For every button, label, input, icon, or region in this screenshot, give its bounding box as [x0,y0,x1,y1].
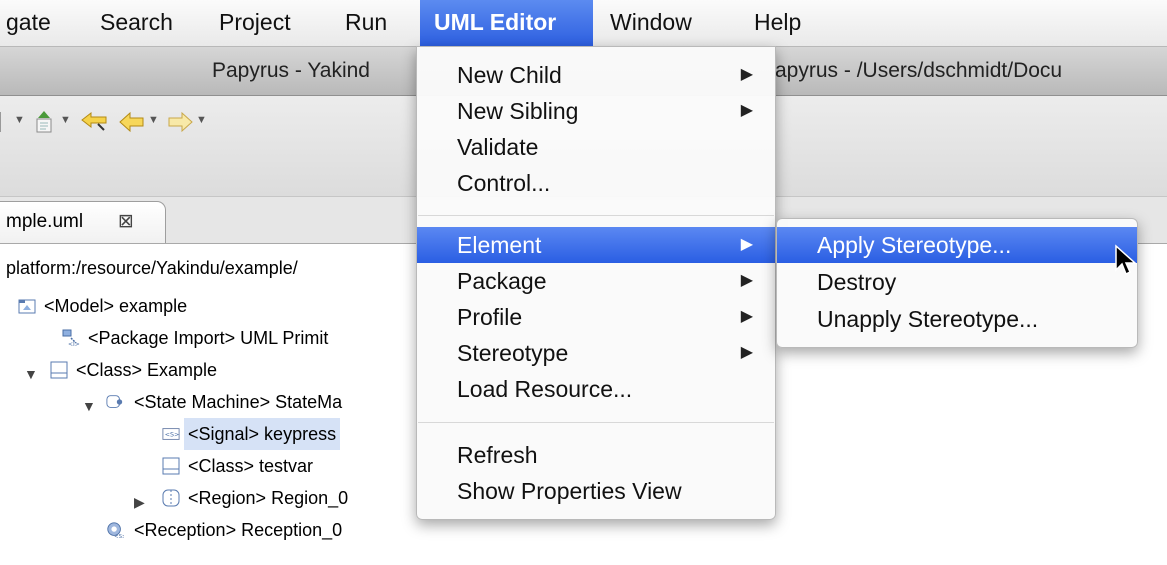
menu-item-profile[interactable]: Profile ▶ [417,299,775,335]
menu-item-unapply-stereotype[interactable]: Unapply Stereotype... [777,301,1137,337]
svg-text:<S>: <S> [165,432,180,439]
model-icon [18,299,36,314]
element-submenu: Apply Stereotype... Destroy Unapply Ster… [776,218,1138,348]
tab-example-uml[interactable]: mple.uml ⊠ [0,201,166,243]
tree-item-class-example[interactable]: <Class> Example [50,354,221,386]
chevron-right-icon: ▶ [740,102,753,119]
package-import-icon: <I> [62,329,80,347]
chevron-right-icon: ▶ [740,308,753,325]
last-edit-icon[interactable] [80,110,110,139]
menu-item-apply-stereotype[interactable]: Apply Stereotype... [777,227,1137,263]
menu-item-package[interactable]: Package ▶ [417,263,775,299]
menu-item-show-properties-view[interactable]: Show Properties View [417,473,775,509]
toolbar-separator [0,112,4,132]
menu-item-load-resource[interactable]: Load Resource... [417,371,775,407]
chevron-right-icon: ▶ [740,344,753,361]
signal-icon: <S> [162,428,180,440]
menu-item-element[interactable]: Element ▶ [417,227,775,263]
tree-item-region[interactable]: <Region> Region_0 [160,482,352,514]
region-icon [162,489,180,507]
menu-item-new-child[interactable]: New Child ▶ [417,57,775,93]
menu-navigate[interactable]: gate [0,0,65,46]
tab-label: mple.uml [6,211,84,232]
menu-item-new-sibling[interactable]: New Sibling ▶ [417,93,775,129]
menu-help[interactable]: Help [740,0,815,46]
chevron-right-icon: ▶ [740,236,753,253]
tree-item-model[interactable]: <Model> example [18,290,191,322]
menu-window[interactable]: Window [596,0,706,46]
menu-item-refresh[interactable]: Refresh [417,437,775,473]
chevron-right-icon: ▶ [740,66,753,83]
state-machine-icon [106,395,123,408]
window-title: Papyrus - Yakind [212,59,370,82]
chevron-down-icon[interactable]: ▼ [82,390,96,422]
menu-run[interactable]: Run [331,0,401,46]
class-icon [162,457,180,475]
tree-root-path: platform:/resource/Yakindu/example/ [6,258,298,278]
back-arrow-icon[interactable] [118,110,146,139]
chevron-down-icon[interactable]: ▼ [196,114,207,126]
menu-search[interactable]: Search [86,0,187,46]
tree-item-reception[interactable]: <S> <Reception> Reception_0 [106,514,346,546]
window-title-path: apyrus - /Users/dschmidt/Docu [775,59,1063,82]
menu-item-destroy[interactable]: Destroy [777,264,1137,300]
close-icon[interactable]: ⊠ [118,202,134,242]
chevron-down-icon[interactable]: ▼ [148,114,159,126]
chevron-down-icon[interactable]: ▼ [60,114,71,126]
chevron-down-icon[interactable]: ▼ [24,358,38,390]
tree-item-state-machine[interactable]: <State Machine> StateMa [106,386,346,418]
tree-item-signal[interactable]: <S> <Signal> keypress [160,418,341,450]
chevron-right-icon: ▶ [740,272,753,289]
menu-separator [418,422,774,423]
class-icon [50,361,68,379]
menu-item-stereotype[interactable]: Stereotype ▶ [417,335,775,371]
next-annotation-icon[interactable] [34,110,56,139]
selected-node-label: <Signal> keypress [184,418,341,450]
forward-arrow-icon[interactable] [166,110,194,139]
menu-item-control[interactable]: Control... [417,165,775,201]
uml-editor-menu: New Child ▶ New Sibling ▶ Validate Contr… [416,46,776,520]
tree-item-class-testvar[interactable]: <Class> testvar [160,450,317,482]
menu-separator [418,215,774,216]
menu-project[interactable]: Project [205,0,305,46]
svg-text:<I>: <I> [68,341,80,347]
menu-item-validate[interactable]: Validate [417,129,775,165]
chevron-down-icon[interactable]: ▼ [14,114,25,126]
reception-icon: <S> [107,522,124,539]
tree-item-package-import[interactable]: <I> <Package Import> UML Primit [62,322,332,354]
svg-text:<S>: <S> [114,534,124,539]
menu-bar: gate Search Project Run UML Editor Windo… [0,0,1167,47]
mouse-cursor-icon [1115,244,1137,276]
menu-uml-editor[interactable]: UML Editor [420,0,593,46]
